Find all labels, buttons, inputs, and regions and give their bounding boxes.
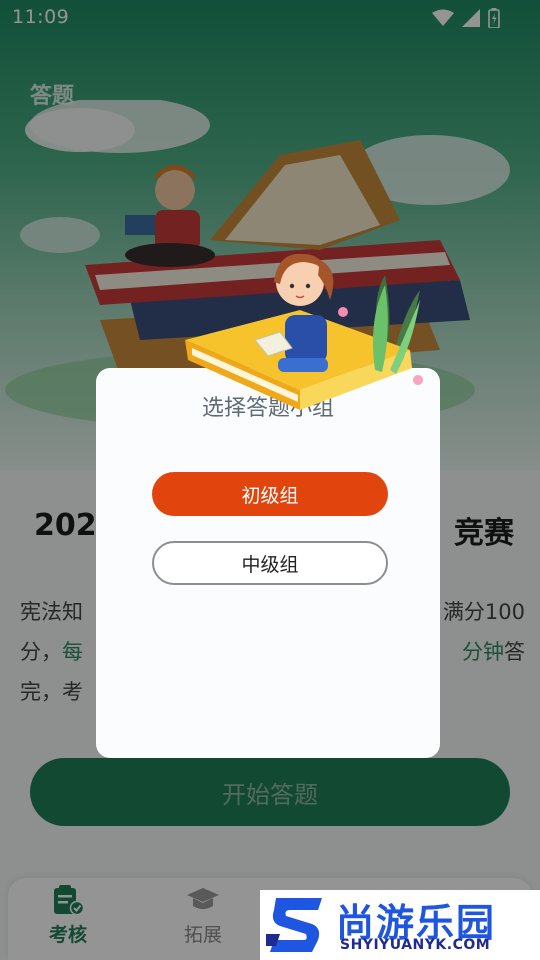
group-select-dialog: 选择答题小组 初级组 中级组 [96, 368, 440, 758]
watermark-logo [266, 898, 322, 952]
watermark: 尚游乐园 SHYIYUANYK.COM [260, 890, 540, 960]
option-intermediate-group[interactable]: 中级组 [152, 541, 388, 585]
option-beginner-group[interactable]: 初级组 [152, 472, 388, 516]
girl-reading-illustration [185, 253, 423, 410]
watermark-url: SHYIYUANYK.COM [340, 937, 491, 953]
